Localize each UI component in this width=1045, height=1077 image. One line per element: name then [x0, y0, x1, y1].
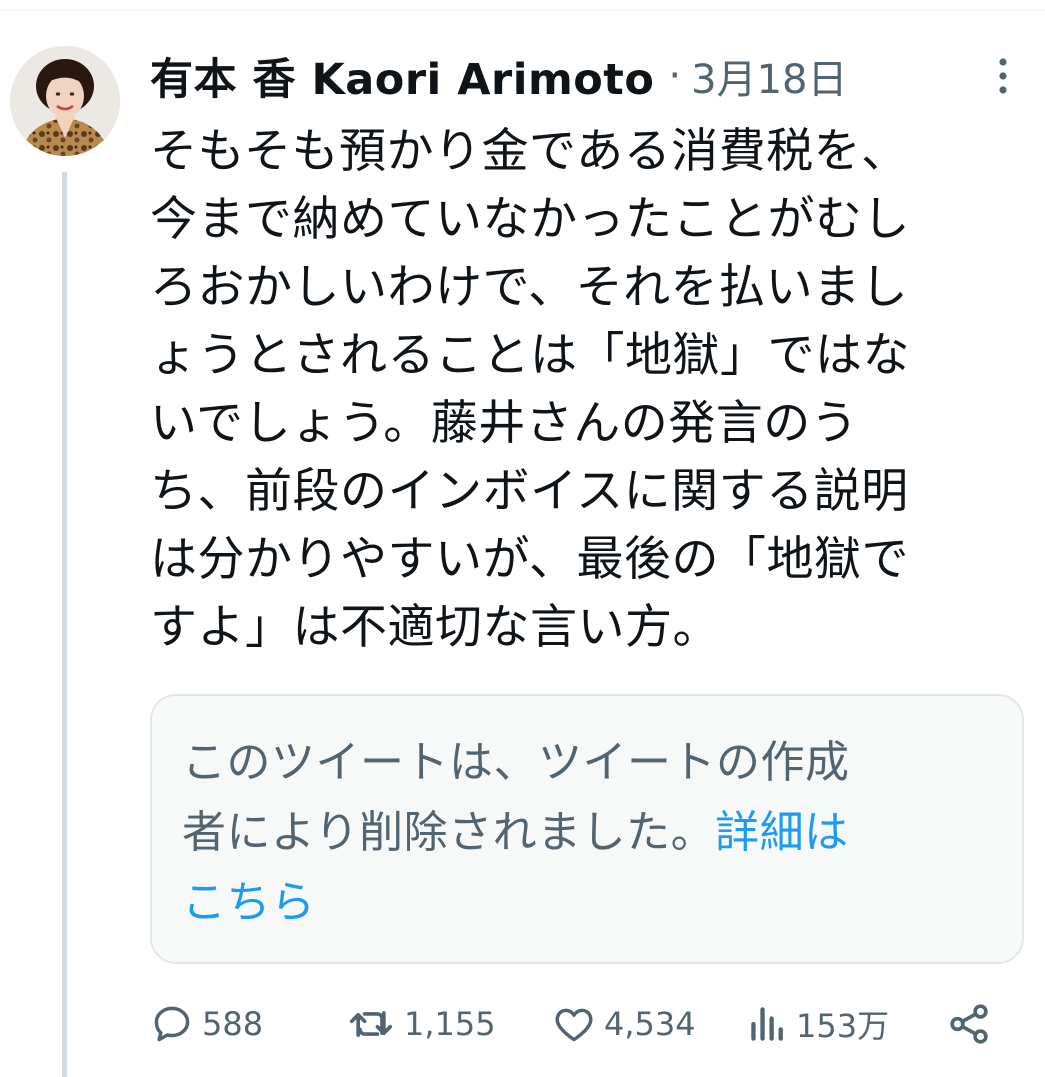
- views-button[interactable]: 153万: [748, 1001, 889, 1047]
- views-icon: [751, 1007, 783, 1041]
- author-display-name[interactable]: 有本 香 Kaori Arimoto: [150, 45, 654, 107]
- like-icon: [555, 1008, 593, 1042]
- retweet-button[interactable]: 1,155: [346, 1002, 496, 1046]
- tweet-text-line: ょうとされることは「地獄」ではな: [150, 328, 910, 383]
- reply-button[interactable]: 588: [150, 1002, 263, 1046]
- thread-connector-line: [62, 172, 67, 1077]
- views-count: 153万: [796, 1007, 890, 1045]
- reply-count: 588: [202, 1005, 264, 1043]
- like-count: 4,534: [604, 1005, 696, 1043]
- quote-line-2: 者により削除されました。詳細は: [182, 798, 992, 868]
- tweet-text-line: 今まで納めていなかったことがむし: [150, 192, 910, 247]
- tweet-text-line: ろおかしいわけで、それを払いまし: [150, 260, 909, 315]
- share-icon: [950, 1004, 988, 1044]
- retweet-count: 1,155: [404, 1005, 496, 1043]
- deleted-quote-notice: このツイートは、ツイートの作成 者により削除されました。詳細は こちら: [150, 694, 1024, 964]
- tweet-header: 有本 香 Kaori Arimoto · 3月18日: [150, 44, 980, 108]
- learn-more-link-continuation[interactable]: こちら: [182, 868, 992, 938]
- more-options-button[interactable]: [985, 52, 1021, 100]
- retweet-icon: [349, 1011, 393, 1037]
- tweet-text-line: いでしょう。藤井さんの発言のう: [150, 396, 859, 451]
- quote-line-2-text: 者により削除されました。: [182, 807, 716, 858]
- more-icon: [999, 58, 1007, 94]
- tweet-text-line: そもそも預かり金である消費税を、: [150, 124, 909, 179]
- tweet-body: そもそも預かり金である消費税を、 今まで納めていなかったことがむし ろおかしいわ…: [150, 118, 1020, 662]
- tweet-text-line: ち、前段のインボイスに関する説明: [150, 464, 909, 519]
- deleted-quote-text: このツイートは、ツイートの作成 者により削除されました。詳細は こちら: [182, 728, 992, 938]
- learn-more-link[interactable]: 詳細は: [715, 807, 849, 858]
- quote-line-1: このツイートは、ツイートの作成: [182, 737, 850, 788]
- avatar-photo: [10, 46, 120, 156]
- like-button[interactable]: 4,534: [552, 1002, 696, 1046]
- header-separator: ·: [668, 53, 682, 99]
- top-divider: [0, 10, 1045, 11]
- share-button[interactable]: [946, 1001, 992, 1047]
- tweet-action-bar: 588 1,155 4,534 153万: [150, 994, 1010, 1054]
- tweet-date[interactable]: 3月18日: [691, 47, 847, 105]
- tweet-text-line: は分かりやすいが、最後の「地獄で: [150, 532, 910, 587]
- tweet-text-line: すよ」は不適切な言い方。: [150, 600, 720, 655]
- author-avatar[interactable]: [10, 46, 120, 156]
- reply-icon: [154, 1006, 190, 1042]
